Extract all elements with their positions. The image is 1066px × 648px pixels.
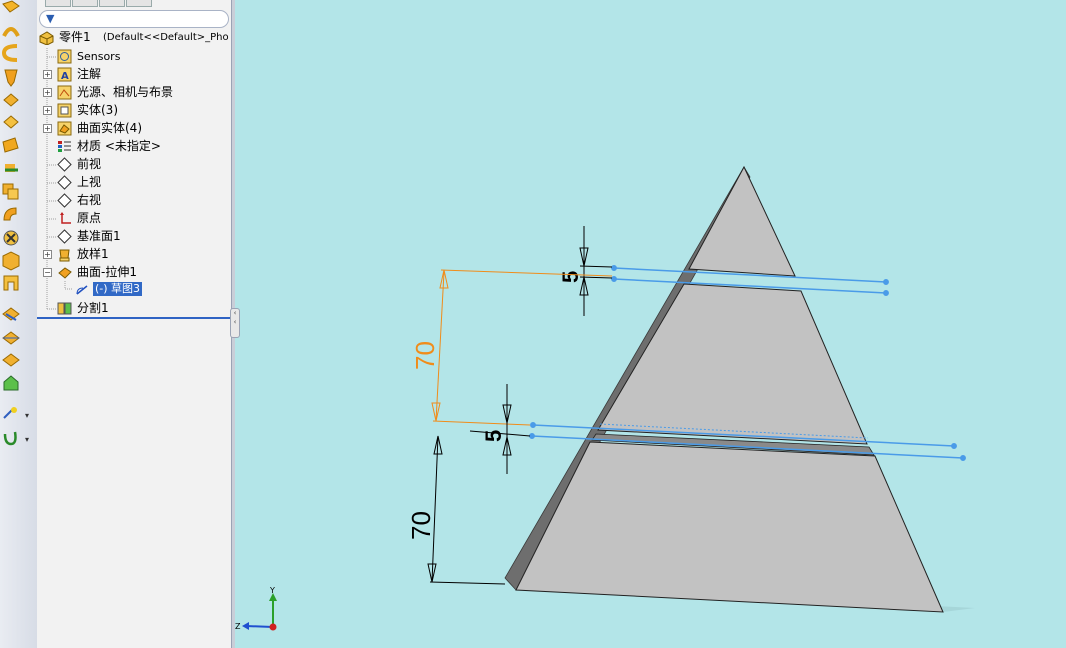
dim-lower-height[interactable] <box>427 435 506 585</box>
extruded-cut-icon[interactable] <box>3 115 19 129</box>
tree-item-loft1[interactable]: + 放样1 <box>43 246 223 263</box>
dim-upper-height[interactable] <box>431 269 613 426</box>
fillet-icon[interactable] <box>3 230 19 246</box>
tree-item-label: 上视 <box>77 175 102 189</box>
tree-item-label: 光源、相机与布景 <box>77 85 174 99</box>
tree-item-label: 分割1 <box>77 301 109 315</box>
shell-icon[interactable] <box>2 331 20 345</box>
lofted-cut-icon[interactable] <box>3 207 17 221</box>
tree-item-label: 实体(3) <box>77 103 118 117</box>
dim-top-gap[interactable] <box>579 226 613 316</box>
root-config: (Default<<Default>_Pho <box>103 32 229 43</box>
reference-geometry-icon[interactable] <box>3 407 17 419</box>
tree-item-label: 右视 <box>77 193 102 207</box>
surface-extrude-icon <box>58 267 72 279</box>
dim-top-gap-value[interactable]: 5 <box>558 271 583 283</box>
tree-item-material[interactable]: 材质 <未指定> <box>57 138 227 155</box>
plane-icon <box>57 175 72 190</box>
loft-icon <box>59 249 70 262</box>
rollback-bar[interactable] <box>37 317 231 319</box>
expand-icon[interactable]: + <box>43 106 52 115</box>
tree-item-sensors[interactable]: Sensors <box>57 48 227 65</box>
tree-item-label: 前视 <box>77 157 102 171</box>
extruded-boss-icon[interactable] <box>2 0 20 13</box>
sensors-icon <box>57 49 72 64</box>
collapse-icon[interactable]: − <box>43 268 52 277</box>
axis-triad: Y Z <box>235 586 277 631</box>
toolbar-icons: ▾ ▾ <box>1 0 29 446</box>
svg-text:A: A <box>61 71 69 82</box>
intersect-icon[interactable] <box>3 375 19 391</box>
dim-upper-height-value[interactable]: 70 <box>410 341 440 370</box>
rib-icon[interactable] <box>3 275 19 291</box>
z-axis-label: Z <box>235 622 241 631</box>
tree-item-label: 曲面-拉伸1 <box>77 265 137 279</box>
plane-icon <box>57 193 72 208</box>
draft-icon[interactable] <box>2 307 20 321</box>
expand-icon[interactable]: + <box>43 250 52 259</box>
expand-icon[interactable]: + <box>43 70 52 79</box>
tree-item-sketch3[interactable]: (-) 草图3 <box>75 281 195 298</box>
tree-item-annotations[interactable]: + A 注解 <box>43 66 223 83</box>
tree-item-right-plane[interactable]: 右视 <box>57 192 227 209</box>
tree-item-label: 注解 <box>77 67 102 81</box>
pattern-icon[interactable] <box>2 251 20 271</box>
graphics-viewport[interactable]: 5 70 5 70 Y Z <box>235 0 1066 648</box>
tree-item-surface-bodies[interactable]: + 曲面实体(4) <box>43 120 223 137</box>
part-icon <box>39 31 54 45</box>
plane-icon <box>57 229 72 244</box>
tree-root[interactable]: 零件1 (Default<<Default>_Pho <box>39 29 229 46</box>
expand-icon[interactable]: + <box>43 88 52 97</box>
surface-bodies-icon <box>57 121 72 136</box>
tree-item-surface-extrude1[interactable]: − 曲面-拉伸1 <box>43 264 223 281</box>
tree-item-label: 原点 <box>77 211 102 225</box>
tree-item-label: 放样1 <box>77 247 109 261</box>
tree-item-split1[interactable]: 分割1 <box>57 300 227 317</box>
tree-item-plane1[interactable]: 基准面1 <box>57 228 227 245</box>
lights-icon <box>57 85 72 100</box>
features-toolbar: ▾ ▾ <box>0 0 38 648</box>
tree-item-front-plane[interactable]: 前视 <box>57 156 227 173</box>
tree-item-solid-bodies[interactable]: + 实体(3) <box>43 102 223 119</box>
tree-item-label: 曲面实体(4) <box>77 121 142 135</box>
hole-icon[interactable] <box>2 137 19 153</box>
wrap-icon[interactable] <box>2 353 20 367</box>
solid-bodies-icon <box>57 103 72 118</box>
dim-lower-height-value[interactable]: 70 <box>406 511 436 540</box>
plane-icon <box>57 157 72 172</box>
lofted-boss-icon[interactable] <box>4 69 18 87</box>
tree-item-label: Sensors <box>77 50 121 63</box>
annotations-icon: A <box>57 67 72 82</box>
model-drawing: 5 70 5 70 Y Z <box>235 165 975 631</box>
revolved-cut-icon[interactable] <box>5 164 18 172</box>
split-icon <box>57 302 72 315</box>
swept-boss-icon[interactable] <box>1 44 18 62</box>
root-label: 零件1 <box>59 30 91 44</box>
tree-item-top-plane[interactable]: 上视 <box>57 174 227 191</box>
tree-item-label: (-) 草图3 <box>93 282 143 296</box>
bottom-segment[interactable] <box>515 441 944 613</box>
feature-manager-tree: ▼ 零件1 (Default<<Default>_Pho Sensors + A… <box>37 0 231 648</box>
tree-item-label: 材质 <未指定> <box>77 139 161 153</box>
origin-icon <box>60 212 71 224</box>
dim-mid-gap-value[interactable]: 5 <box>481 430 506 442</box>
sketch-icon <box>76 285 88 295</box>
dim-mid-gap[interactable] <box>469 384 531 474</box>
tree-item-origin[interactable]: 原点 <box>57 210 227 227</box>
material-icon <box>58 141 71 152</box>
swept-cut-icon[interactable] <box>2 183 19 200</box>
expand-icon[interactable]: + <box>43 124 52 133</box>
curves-dropdown-icon[interactable]: ▾ <box>25 435 29 444</box>
curves-icon[interactable] <box>3 431 17 446</box>
middle-segment[interactable] <box>597 283 868 445</box>
reference-dropdown-icon[interactable]: ▾ <box>25 411 29 420</box>
tree-item-lights-cameras[interactable]: + 光源、相机与布景 <box>43 84 223 101</box>
y-axis-label: Y <box>269 586 275 595</box>
top-segment[interactable] <box>688 165 796 277</box>
boundary-boss-icon[interactable] <box>3 93 19 107</box>
revolved-boss-icon[interactable] <box>2 27 20 37</box>
tree-item-label: 基准面1 <box>77 229 121 243</box>
